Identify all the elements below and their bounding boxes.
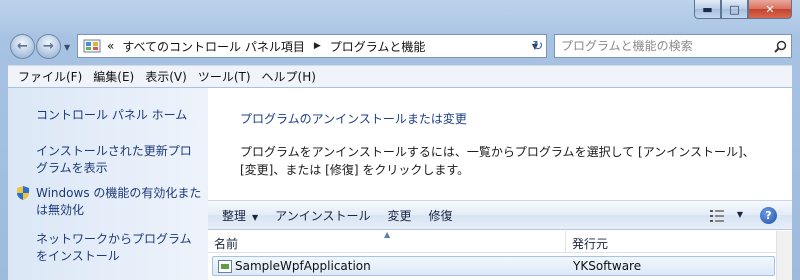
task-install-network-line1: ネットワークからプログラム [36,232,192,246]
sort-ascending-icon: ▲ [384,230,391,239]
breadcrumb-overflow[interactable]: « [107,39,114,53]
forward-button[interactable]: → [36,34,61,59]
view-options-dropdown[interactable]: ▼ [737,210,743,219]
refresh-icon: ↻ [532,38,544,54]
column-header-row: 名前 ▲ 発行元 [208,230,776,253]
search-icon[interactable] [769,40,791,53]
control-panel-icon [83,39,101,53]
program-publisher: YKSoftware [573,259,642,273]
task-view-installed-updates[interactable]: インストールされた更新プロ グラムを表示 [36,143,192,177]
page-description: プログラムをアンインストールするには、一覧からプログラムを選択して [アンインス… [240,143,780,179]
organize-label: 整理 [222,208,247,223]
application-icon [218,260,232,273]
caption-buttons: ▬ □ ✕ [694,0,792,19]
breadcrumb-separator-icon[interactable]: ▶ [314,41,321,51]
task-windows-features-line1: Windows の機能の有効化また [36,186,202,200]
uac-shield-icon [17,186,29,200]
uninstall-button[interactable]: アンインストール [275,207,370,224]
column-header-publisher[interactable]: 発行元 [572,235,608,252]
view-details-icon[interactable] [710,210,724,222]
breadcrumb-item-programs[interactable]: プログラムと機能 [330,38,426,55]
search-box[interactable] [554,34,792,58]
forward-arrow-icon: → [43,39,54,54]
menu-edit[interactable]: 編集(E) [93,68,134,85]
program-name: SampleWpfApplication [235,259,371,273]
task-windows-features-line2: は無効化 [36,203,85,217]
help-icon[interactable]: ? [760,207,777,224]
content-area: プログラムのアンインストールまたは変更 プログラムをアンインストールするには、一… [208,88,792,280]
back-button[interactable]: ← [10,34,35,59]
history-dropdown[interactable]: ▼ [64,43,70,52]
task-install-network-line2: をインストール [36,249,120,263]
menu-file[interactable]: ファイル(F) [18,68,82,85]
navigation-bar: ← → ▼ « すべてのコントロール パネル項目 ▶ プログラムと機能 ▼ ↻ [0,30,800,62]
menu-tools[interactable]: ツール(T) [198,68,251,85]
menu-bar: ファイル(F) 編集(E) 表示(V) ツール(T) ヘルプ(H) [8,65,792,87]
table-row[interactable]: SampleWpfApplication YKSoftware [212,256,775,276]
menu-view[interactable]: 表示(V) [145,68,187,85]
task-view-updates-line1: インストールされた更新プロ [36,144,192,158]
chevron-down-icon: ▼ [252,212,259,222]
description-line1: プログラムをアンインストールするには、一覧からプログラムを選択して [アンインス… [240,145,755,159]
address-bar[interactable]: « すべてのコントロール パネル項目 ▶ プログラムと機能 ▼ [77,34,547,58]
repair-button[interactable]: 修復 [428,207,452,224]
change-button[interactable]: 変更 [387,207,411,224]
task-windows-features[interactable]: Windows の機能の有効化また は無効化 [36,185,201,219]
minimize-button[interactable]: ▬ [694,0,721,19]
task-install-from-network[interactable]: ネットワークからプログラム をインストール [36,231,192,265]
command-bar: 整理 ▼ アンインストール 変更 修復 ▼ ? [208,200,792,230]
breadcrumb-item-all-items[interactable]: すべてのコントロール パネル項目 [122,38,305,55]
close-button[interactable]: ✕ [748,0,792,19]
window-frame: ▬ □ ✕ ← → ▼ « すべてのコントロール パネル項目 ▶ プログラムと機… [0,0,800,280]
organize-button[interactable]: 整理 ▼ [222,207,258,224]
maximize-button[interactable]: □ [721,0,748,19]
back-arrow-icon: ← [17,39,28,54]
description-line2: [変更]、または [修復] をクリックします。 [240,163,470,177]
task-control-panel-home[interactable]: コントロール パネル ホーム [36,107,187,124]
search-input[interactable] [555,39,769,53]
task-pane: コントロール パネル ホーム インストールされた更新プロ グラムを表示 Wind… [8,88,208,280]
refresh-button[interactable]: ↻ [527,35,549,57]
page-title: プログラムのアンインストールまたは変更 [240,112,467,126]
menu-help[interactable]: ヘルプ(H) [262,68,316,85]
vertical-scrollbar[interactable] [776,231,792,280]
task-view-updates-line2: グラムを表示 [36,161,108,175]
